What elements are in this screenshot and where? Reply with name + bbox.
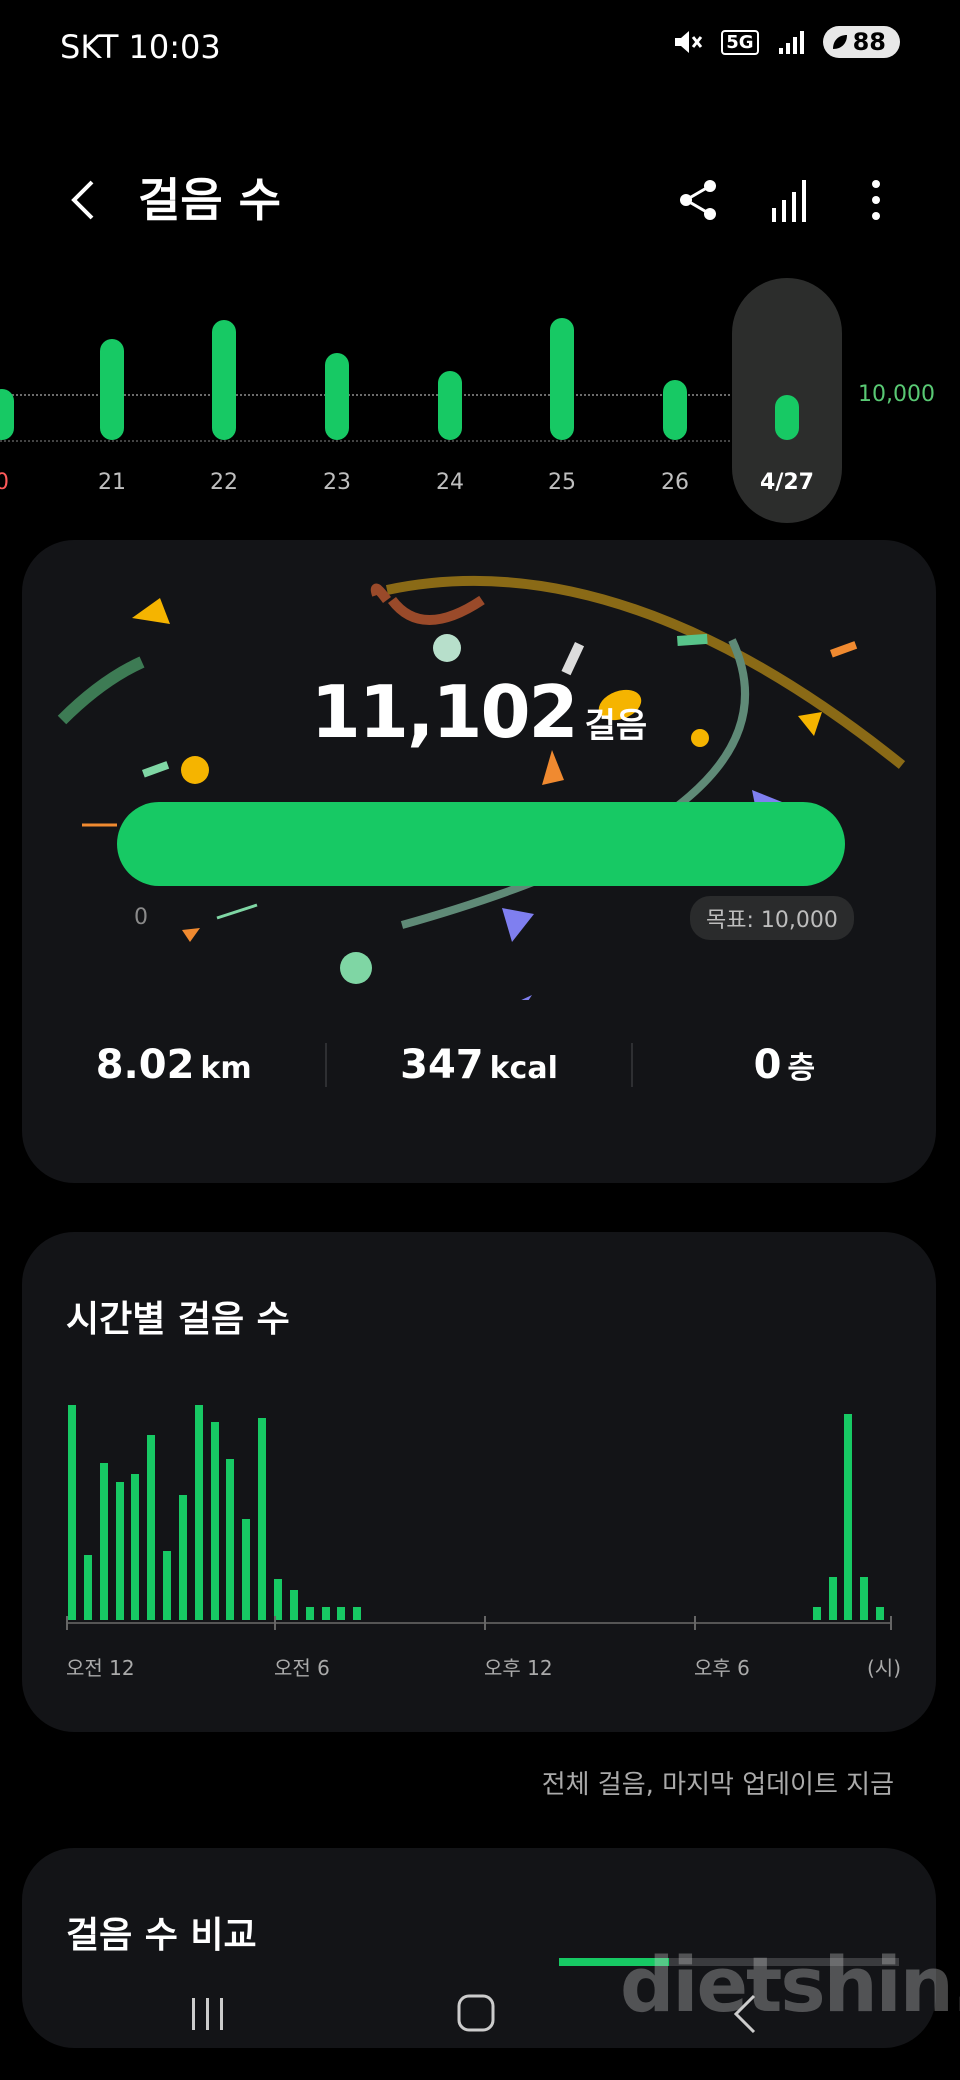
hour-bar xyxy=(290,1590,298,1620)
axis-tick xyxy=(66,1616,68,1630)
hourly-title: 시간별 걸음 수 xyxy=(66,1299,290,1340)
progress-start-label: 0 xyxy=(134,905,148,930)
page-title: 걸음 수 xyxy=(138,173,281,227)
hour-bar xyxy=(116,1482,124,1620)
week-bar-21[interactable] xyxy=(100,338,124,440)
hour-bar xyxy=(100,1463,108,1620)
hour-bar xyxy=(195,1405,203,1620)
hour-bar xyxy=(163,1551,171,1620)
bar-chart-icon[interactable] xyxy=(762,170,822,230)
mute-icon xyxy=(675,31,703,53)
calories-stat: 347 kcal xyxy=(327,1042,630,1088)
week-bar-23[interactable] xyxy=(325,352,349,440)
app-header: 걸음 수 xyxy=(0,140,960,250)
week-bar-26[interactable] xyxy=(663,380,687,440)
axis-label: 오전 12 xyxy=(66,1656,135,1680)
weekly-steps-chart[interactable]: 10,000 0 21 22 23 24 25 26 4/27 xyxy=(0,270,960,530)
week-bar-22[interactable] xyxy=(212,320,236,440)
hour-bar xyxy=(860,1577,868,1620)
hour-bar xyxy=(876,1607,884,1620)
battery-level: 88 xyxy=(852,28,886,56)
hour-bar xyxy=(131,1474,139,1620)
axis-label: (시) xyxy=(867,1656,902,1680)
week-day-label[interactable]: 0 xyxy=(0,470,32,495)
goal-badge[interactable]: 목표: 10,000 xyxy=(690,896,854,940)
calories-unit: kcal xyxy=(489,1051,558,1086)
signal-icon xyxy=(778,31,804,54)
hour-bar xyxy=(829,1577,837,1620)
axis-tick xyxy=(484,1616,486,1630)
hour-bar xyxy=(258,1418,266,1620)
hour-bar xyxy=(179,1495,187,1620)
compare-title: 걸음 수 비교 xyxy=(66,1915,257,1956)
axis-label: 오후 12 xyxy=(484,1656,553,1680)
goal-line-label: 10,000 xyxy=(858,382,935,407)
step-count-value: 11,102 xyxy=(310,670,579,754)
step-count-unit: 걸음 xyxy=(584,706,648,746)
week-bar-25[interactable] xyxy=(550,317,574,440)
hour-bar xyxy=(813,1607,821,1620)
hour-bar xyxy=(211,1422,219,1620)
recent-apps-icon[interactable] xyxy=(168,1984,248,2044)
week-day-label[interactable]: 4/27 xyxy=(757,470,817,495)
hour-bar xyxy=(322,1607,330,1620)
axis-label: 오전 6 xyxy=(274,1656,330,1680)
share-icon[interactable] xyxy=(668,170,728,230)
hour-bar xyxy=(337,1607,345,1620)
axis-tick xyxy=(274,1616,276,1630)
leaf-icon xyxy=(832,35,847,49)
battery-indicator: 88 xyxy=(822,26,900,58)
status-bar: SKT 10:03 5G 88 xyxy=(0,0,960,100)
week-day-label[interactable]: 24 xyxy=(420,470,480,495)
week-bar-24[interactable] xyxy=(438,371,462,440)
hourly-steps-card[interactable]: 시간별 걸음 수 오전 12 오전 6 오후 12 오후 6 (시) xyxy=(22,1232,936,1732)
hour-bar xyxy=(147,1435,155,1620)
hour-bar xyxy=(84,1555,92,1620)
distance-value: 8.02 xyxy=(95,1042,195,1088)
home-icon[interactable] xyxy=(437,1984,517,2044)
axis-tick xyxy=(694,1616,696,1630)
week-day-label[interactable]: 26 xyxy=(645,470,705,495)
back-icon[interactable] xyxy=(60,170,110,230)
distance-stat: 8.02 km xyxy=(22,1042,325,1088)
hour-bar xyxy=(844,1414,852,1620)
network-icon: 5G xyxy=(721,29,759,55)
week-bar-0[interactable] xyxy=(0,389,14,440)
axis-label: 오후 6 xyxy=(694,1656,750,1680)
status-time: SKT 10:03 xyxy=(60,28,221,66)
week-day-label[interactable]: 22 xyxy=(194,470,254,495)
more-icon[interactable] xyxy=(846,170,906,230)
distance-unit: km xyxy=(200,1051,252,1086)
hourly-x-axis xyxy=(66,1622,892,1624)
hour-bar xyxy=(242,1519,250,1620)
status-icons: 5G 88 xyxy=(671,26,900,58)
activity-stats: 8.02 km 347 kcal 0층 xyxy=(22,1030,936,1100)
week-bar-4/27[interactable] xyxy=(775,395,799,440)
today-steps-card[interactable]: 11,102 걸음 0 목표: 10,000 8.02 km 347 kcal 0층 xyxy=(22,540,936,1183)
floors-unit: 층 xyxy=(787,1051,816,1086)
baseline xyxy=(0,440,730,442)
week-day-label[interactable]: 25 xyxy=(532,470,592,495)
week-day-label[interactable]: 23 xyxy=(307,470,367,495)
calories-value: 347 xyxy=(400,1042,484,1088)
watermark-logo: dietshin.com xyxy=(620,1940,960,2029)
hour-bar xyxy=(274,1579,282,1620)
update-footnote: 전체 걸음, 마지막 업데이트 지금 xyxy=(541,1770,894,1800)
hour-bar xyxy=(306,1607,314,1620)
hour-bar xyxy=(353,1607,361,1620)
hour-bar xyxy=(68,1405,76,1620)
floors-stat: 0층 xyxy=(633,1042,936,1088)
step-progress-bar xyxy=(117,802,845,886)
hour-bar xyxy=(226,1459,234,1620)
axis-tick xyxy=(890,1616,892,1630)
week-day-label[interactable]: 21 xyxy=(82,470,142,495)
floors-value: 0 xyxy=(753,1042,782,1088)
step-count: 11,102 걸음 xyxy=(22,670,936,754)
